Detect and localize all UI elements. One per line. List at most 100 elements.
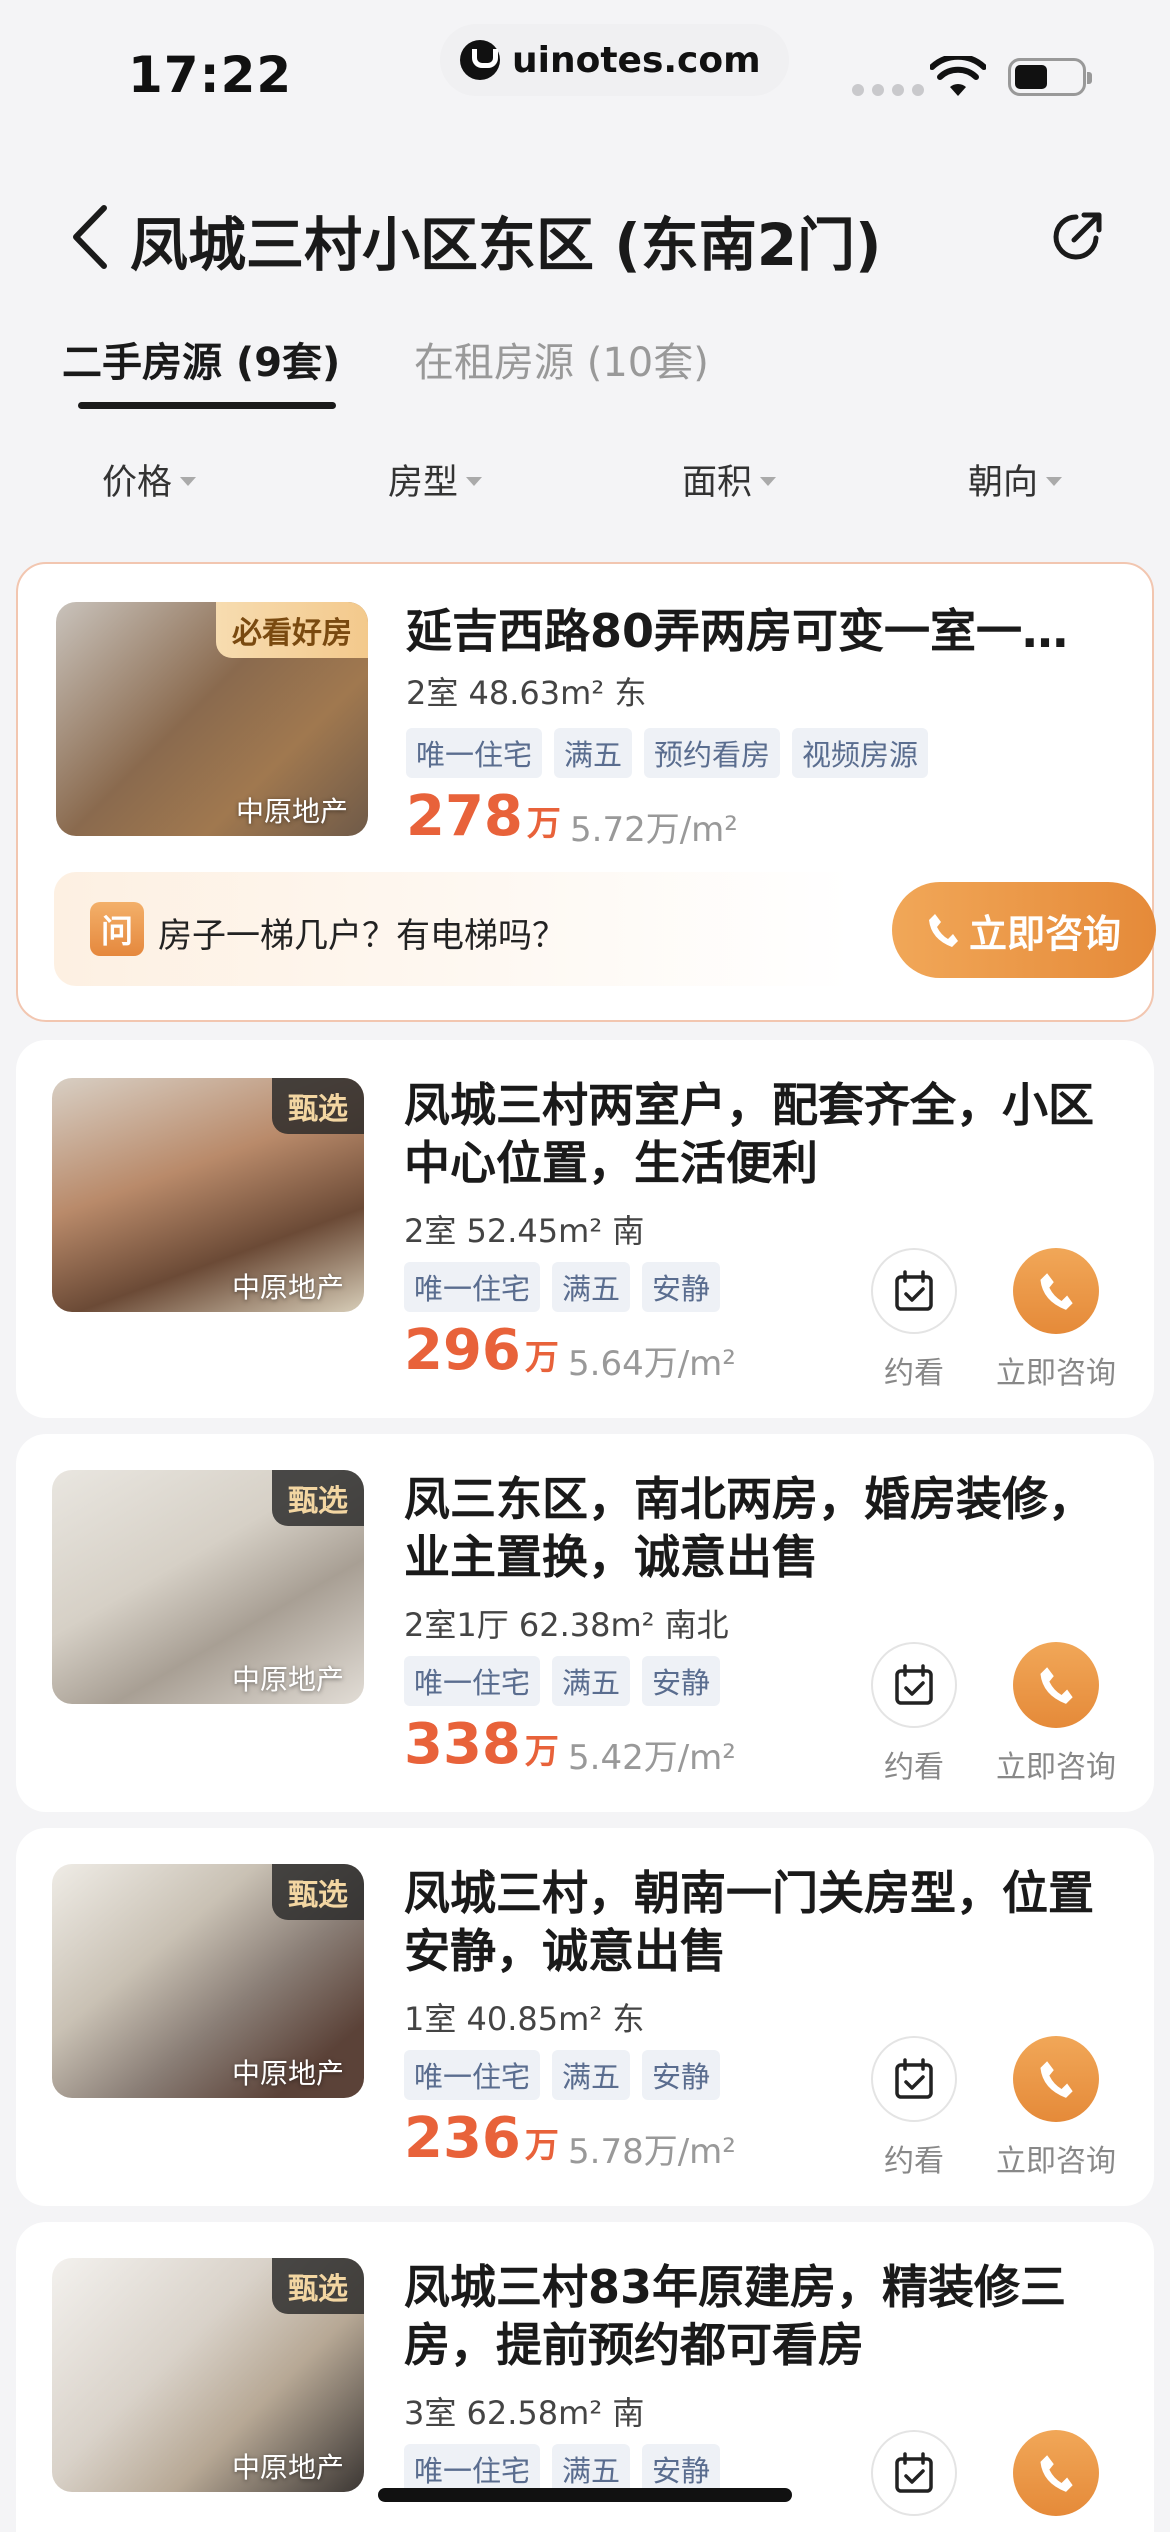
selected-badge: 甄选 bbox=[272, 1864, 364, 1920]
phone-icon bbox=[928, 914, 958, 947]
consult-label: 立即咨询 bbox=[996, 1356, 1116, 1391]
caret-down-icon bbox=[180, 477, 197, 486]
consult-label: 立即咨询 bbox=[968, 911, 1121, 956]
back-arrow-icon[interactable] bbox=[66, 202, 116, 272]
battery-icon bbox=[1008, 58, 1092, 96]
unit-price: 5.72万/m² bbox=[570, 810, 738, 850]
recommend-badge: 必看好房 bbox=[216, 602, 368, 658]
status-bar: 17:22 uinotes.com bbox=[0, 0, 1170, 140]
listing-title[interactable]: 凤城三村，朝南一门关房型，位置安静，诚意出售 bbox=[404, 1864, 1104, 1980]
tag: 安静 bbox=[642, 1262, 721, 1312]
phone-icon bbox=[1040, 2455, 1073, 2492]
filter-bar: 价格 房型 面积 朝向 bbox=[0, 454, 1170, 514]
filter-label: 朝向 bbox=[968, 463, 1039, 503]
active-tab-indicator bbox=[78, 402, 336, 409]
listing-spec: 1室 40.85m² 东 bbox=[404, 2000, 645, 2038]
tag: 满五 bbox=[552, 2444, 631, 2494]
agency-label: 中原地产 bbox=[231, 2451, 344, 2484]
consult-now-button[interactable]: 立即咨询 bbox=[986, 1248, 1126, 1392]
visit-label: 约看 bbox=[884, 1356, 944, 1391]
listing-title[interactable]: 凤城三村两室户，配套齐全，小区中心位置，生活便利 bbox=[404, 1076, 1104, 1192]
listing-spec: 2室 52.45m² 南 bbox=[404, 1212, 645, 1250]
selected-badge: 甄选 bbox=[272, 1470, 364, 1526]
listing-card[interactable]: 甄选 中原地产 凤城三村83年原建房，精装修三房，提前预约都可看房 3室 62.… bbox=[16, 2222, 1154, 2532]
consult-now-button[interactable]: 立即咨询 bbox=[892, 882, 1156, 978]
listing-photo[interactable]: 甄选 中原地产 bbox=[52, 2258, 364, 2492]
listing-spec: 3室 62.58m² 南 bbox=[404, 2394, 645, 2432]
listing-tags: 唯一住宅 满五 安静 bbox=[404, 1262, 721, 1312]
total-price: 296 万 bbox=[404, 1318, 559, 1383]
agency-label: 中原地产 bbox=[235, 795, 348, 828]
status-time: 17:22 bbox=[128, 46, 293, 104]
phone-icon bbox=[1040, 1667, 1073, 1704]
featured-listing-card[interactable]: 必看好房 中原地产 延吉西路80弄两房可变一室一… 2室 48.63m² 东 唯… bbox=[16, 562, 1156, 1022]
listing-title[interactable]: 凤城三村83年原建房，精装修三房，提前预约都可看房 bbox=[404, 2258, 1104, 2374]
filter-area[interactable]: 面积 bbox=[682, 454, 777, 505]
url-pill[interactable]: uinotes.com bbox=[440, 24, 789, 96]
listing-photo[interactable]: 甄选 中原地产 bbox=[52, 1864, 364, 2098]
listing-card[interactable]: 甄选 中原地产 凤城三村两室户，配套齐全，小区中心位置，生活便利 2室 52.4… bbox=[16, 1040, 1154, 1418]
selected-badge: 甄选 bbox=[272, 2258, 364, 2314]
calendar-check-icon bbox=[895, 2058, 933, 2099]
listing-tags: 唯一住宅 满五 安静 bbox=[404, 2444, 721, 2494]
selected-badge: 甄选 bbox=[272, 1078, 364, 1134]
schedule-visit-button[interactable]: 约看 bbox=[844, 1248, 984, 1392]
visit-label: 约看 bbox=[884, 1750, 944, 1785]
tag: 安静 bbox=[642, 1656, 721, 1706]
listing-tags: 唯一住宅 满五 安静 bbox=[404, 2050, 721, 2100]
listing-card[interactable]: 甄选 中原地产 凤三东区，南北两房，婚房装修，业主置换，诚意出售 2室1厅 62… bbox=[16, 1434, 1154, 1812]
question-bar[interactable]: 问 房子一梯几户？有电梯吗？ 立即咨询 bbox=[54, 872, 1156, 986]
listing-photo[interactable]: 甄选 中原地产 bbox=[52, 1078, 364, 1312]
agency-label: 中原地产 bbox=[231, 2057, 344, 2090]
home-indicator[interactable] bbox=[378, 2488, 792, 2502]
visit-label: 约看 bbox=[884, 2144, 944, 2179]
listing-card[interactable]: 甄选 中原地产 凤城三村，朝南一门关房型，位置安静，诚意出售 1室 40.85m… bbox=[16, 1828, 1154, 2206]
cellular-signal-icon bbox=[852, 84, 924, 96]
filter-layout[interactable]: 房型 bbox=[388, 454, 483, 505]
question-icon: 问 bbox=[90, 902, 144, 956]
consult-now-button[interactable] bbox=[986, 2430, 1126, 2516]
tag: 唯一住宅 bbox=[404, 1656, 541, 1706]
url-text: uinotes.com bbox=[512, 39, 761, 81]
consult-now-button[interactable]: 立即咨询 bbox=[986, 2036, 1126, 2180]
phone-icon bbox=[1040, 1273, 1073, 1310]
tag: 唯一住宅 bbox=[404, 2050, 541, 2100]
consult-label: 立即咨询 bbox=[996, 1750, 1116, 1785]
listing-spec: 2室1厅 62.38m² 南北 bbox=[404, 1606, 729, 1644]
tag: 唯一住宅 bbox=[404, 2444, 541, 2494]
consult-now-button[interactable]: 立即咨询 bbox=[986, 1642, 1126, 1786]
site-logo-icon bbox=[460, 40, 500, 80]
total-price: 236 万 bbox=[404, 2106, 559, 2171]
filter-label: 房型 bbox=[388, 463, 459, 503]
listing-tabs: 二手房源 (9套) 在租房源 (10套) bbox=[0, 330, 1170, 420]
page-title: 凤城三村小区东区 (东南2门) bbox=[130, 211, 882, 279]
total-price: 338 万 bbox=[404, 1712, 559, 1777]
schedule-visit-button[interactable]: 约看 bbox=[844, 2036, 984, 2180]
tag: 安静 bbox=[642, 2050, 721, 2100]
unit-price: 5.78万/m² bbox=[568, 2132, 736, 2172]
filter-orientation[interactable]: 朝向 bbox=[968, 454, 1063, 505]
filter-price[interactable]: 价格 bbox=[102, 454, 197, 505]
tab-second-hand[interactable]: 二手房源 (9套) bbox=[62, 330, 340, 388]
wifi-icon bbox=[930, 56, 986, 96]
listing-photo[interactable]: 甄选 中原地产 bbox=[52, 1470, 364, 1704]
tag: 满五 bbox=[552, 2050, 631, 2100]
agency-label: 中原地产 bbox=[231, 1271, 344, 1304]
phone-icon bbox=[1040, 2061, 1073, 2098]
tag: 预约看房 bbox=[644, 728, 781, 778]
listing-title[interactable]: 凤三东区，南北两房，婚房装修，业主置换，诚意出售 bbox=[404, 1470, 1104, 1586]
filter-label: 价格 bbox=[102, 463, 173, 503]
schedule-visit-button[interactable]: 约看 bbox=[844, 1642, 984, 1786]
total-price: 278 万 bbox=[406, 784, 561, 849]
listing-photo[interactable]: 必看好房 中原地产 bbox=[56, 602, 368, 836]
agency-label: 中原地产 bbox=[231, 1663, 344, 1696]
share-icon[interactable] bbox=[1046, 204, 1110, 268]
listing-title[interactable]: 延吉西路80弄两房可变一室一… bbox=[406, 602, 1068, 660]
tag: 视频房源 bbox=[792, 728, 929, 778]
tag: 满五 bbox=[552, 1262, 631, 1312]
caret-down-icon bbox=[466, 477, 483, 486]
tag: 唯一住宅 bbox=[404, 1262, 541, 1312]
listing-spec: 2室 48.63m² 东 bbox=[406, 674, 647, 712]
schedule-visit-button[interactable] bbox=[844, 2430, 984, 2516]
tab-rental[interactable]: 在租房源 (10套) bbox=[414, 330, 709, 388]
